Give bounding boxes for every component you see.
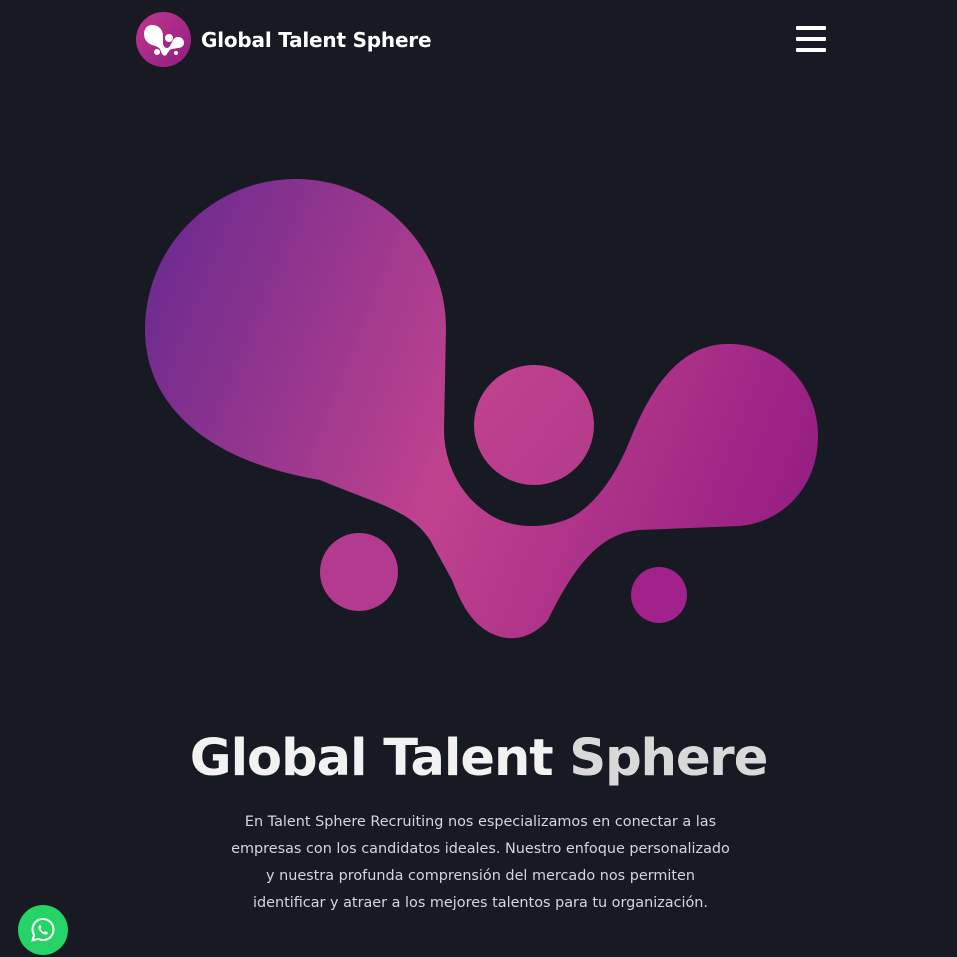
hamburger-menu-icon[interactable] [794,24,828,54]
talent-sphere-logo-icon [136,12,191,67]
hero-dot-right [631,567,687,623]
hero-dot-left [320,533,398,611]
page: Global Talent Sphere Global Talent Spher… [0,0,957,957]
hero-title: Global Talent Sphere [0,724,957,794]
brand-name: Global Talent Sphere [201,27,432,52]
whatsapp-button[interactable] [18,905,68,955]
whatsapp-icon [31,917,55,942]
hero-dot-large [474,365,594,485]
hero-title-part2: Sphere [569,729,768,788]
hero-logo-graphic [145,179,818,639]
hero-title-part1: Global Talent [189,729,554,788]
hero-description: En Talent Sphere Recruiting nos especial… [231,814,730,911]
hamburger-line [796,37,826,41]
site-header: Global Talent Sphere [0,0,957,80]
brand-link[interactable]: Global Talent Sphere [136,12,432,67]
hamburger-line [796,48,826,52]
hamburger-line [796,26,826,30]
